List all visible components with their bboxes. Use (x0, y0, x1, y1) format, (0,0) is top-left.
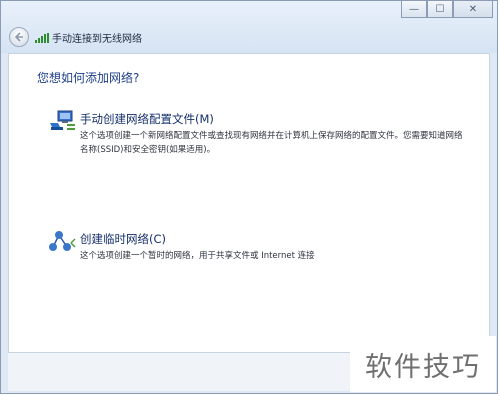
adhoc-network-icon (49, 231, 76, 251)
window-controls: — ☐ ✕ (401, 1, 493, 19)
page-heading: 您想如何添加网络? (37, 71, 140, 85)
close-button[interactable]: ✕ (453, 1, 493, 18)
option-adhoc-network-desc: 这个选项创建一个暂时的网络，用于共享文件或 Internet 连接 (80, 251, 315, 261)
option-manual-profile-title[interactable]: 手动创建网络配置文件(M) (80, 111, 214, 127)
back-arrow-icon (14, 32, 23, 42)
content-panel: 您想如何添加网络? 手动创建网络配置文件(M) 这个选项创建一个新网络配置文件或… (8, 53, 490, 353)
option-adhoc-network-title[interactable]: 创建临时网络(C) (80, 231, 166, 247)
back-button[interactable] (9, 27, 29, 47)
wireless-signal-icon (35, 33, 49, 43)
title-bar: — ☐ ✕ 手动连接到无线网络 (1, 1, 497, 53)
wizard-window: — ☐ ✕ 手动连接到无线网络 您想如何添加网络? 手动创建网络配置文件(M) … (0, 0, 498, 394)
option-manual-profile-desc: 这个选项创建一个新网络配置文件或查找现有网络并在计算机上保存网络的配置文件。您需… (80, 131, 463, 155)
minimize-button[interactable]: — (401, 1, 427, 18)
window-title: 手动连接到无线网络 (52, 34, 142, 45)
maximize-button[interactable]: ☐ (427, 1, 453, 18)
watermark-text: 软件技巧 (350, 336, 496, 392)
network-profile-icon (50, 110, 75, 130)
